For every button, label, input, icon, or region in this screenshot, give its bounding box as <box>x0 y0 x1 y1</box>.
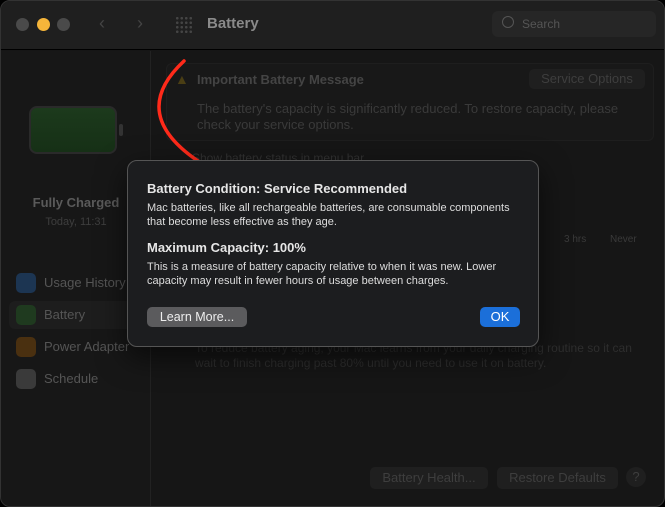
learn-more-button[interactable]: Learn More... <box>147 307 247 327</box>
dialog-body-1: Mac batteries, like all rechargeable bat… <box>147 202 510 228</box>
system-preferences-window: ‹ › Battery Search Fully Charged Today, … <box>0 0 665 507</box>
ok-button[interactable]: OK <box>480 307 520 327</box>
maximum-capacity: Maximum Capacity: 100% <box>147 240 306 255</box>
battery-condition-dialog: Battery Condition: Service Recommended M… <box>127 160 539 347</box>
dialog-body-2: This is a measure of battery capacity re… <box>147 261 497 287</box>
dialog-title: Battery Condition: Service Recommended <box>147 181 408 196</box>
